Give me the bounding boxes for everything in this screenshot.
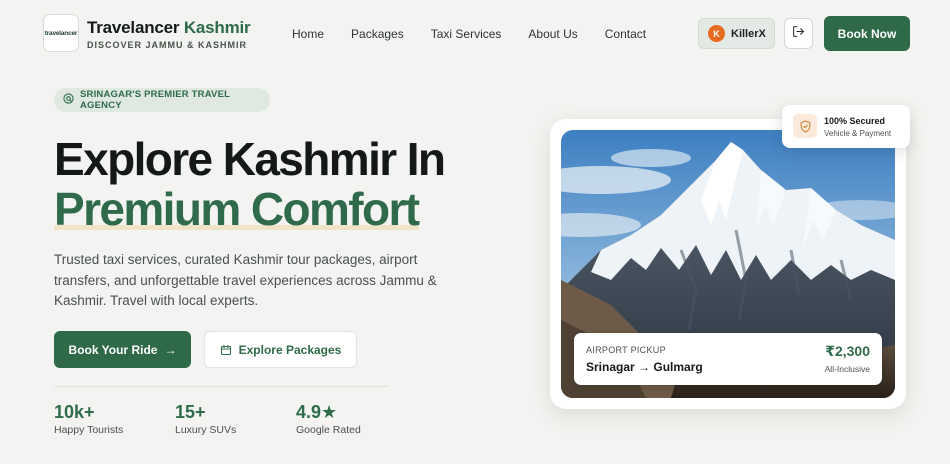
calendar-icon — [220, 344, 232, 356]
avatar: K — [708, 25, 725, 42]
headline-line-1: Explore Kashmir In — [54, 133, 446, 185]
brand-title-accent: Kashmir — [183, 18, 251, 37]
book-now-button[interactable]: Book Now — [824, 16, 910, 51]
secure-subtitle: Vehicle & Payment — [824, 129, 892, 138]
user-name: KillerX — [731, 27, 766, 40]
pickup-price: ₹2,300 — [825, 343, 870, 359]
shield-check-icon — [793, 114, 817, 138]
logout-icon — [792, 25, 805, 43]
pickup-info-card[interactable]: AIRPORT PICKUP Srinagar → Gulmarg ₹2,300… — [574, 333, 882, 385]
explore-packages-button[interactable]: Explore Packages — [204, 331, 357, 368]
logout-button[interactable] — [784, 18, 813, 49]
stat-label: Luxury SUVs — [175, 424, 237, 436]
hero-headline: Explore Kashmir In Premium Comfort — [54, 133, 446, 235]
secure-badge: 100% Secured Vehicle & Payment — [782, 105, 910, 148]
site-header: travelancer Travelancer Kashmir DISCOVER… — [0, 0, 950, 68]
arrow-right-icon: → — [164, 342, 177, 357]
stat-value: 4.9★ — [296, 402, 338, 422]
brand-subtitle: DISCOVER JAMMU & KASHMIR — [87, 40, 248, 50]
nav-about-us[interactable]: About Us — [528, 26, 577, 42]
brand[interactable]: Travelancer Kashmir DISCOVER JAMMU & KAS… — [87, 18, 251, 50]
book-your-ride-button[interactable]: Book Your Ride → — [54, 331, 191, 368]
stat-value: 10k+ — [54, 402, 95, 422]
hero-card: AIRPORT PICKUP Srinagar → Gulmarg ₹2,300… — [550, 119, 906, 409]
stat-value: 15+ — [175, 402, 206, 422]
explore-packages-label: Explore Packages — [238, 342, 342, 357]
pickup-price-note: All-Inclusive — [824, 364, 870, 374]
nav-home[interactable]: Home — [292, 26, 324, 42]
book-your-ride-label: Book Your Ride — [68, 342, 158, 357]
stat-rating: 4.9★ Google Rated — [296, 402, 361, 436]
stats-divider — [54, 386, 388, 387]
agency-badge: SRINAGAR'S PREMIER TRAVEL AGENCY — [54, 88, 270, 112]
main-nav: Home Packages Taxi Services About Us Con… — [292, 26, 673, 42]
badge-icon — [63, 91, 74, 109]
nav-contact[interactable]: Contact — [605, 26, 646, 42]
brand-title: Travelancer Kashmir — [87, 18, 251, 38]
headline-line-2: Premium Comfort — [54, 183, 420, 235]
hero-description: Trusted taxi services, curated Kashmir t… — [54, 252, 437, 308]
logo-text: travelancer — [44, 29, 78, 37]
stat-label: Google Rated — [296, 424, 361, 436]
stat-label: Happy Tourists — [54, 424, 124, 436]
nav-packages[interactable]: Packages — [351, 26, 404, 42]
secure-title: 100% Secured — [824, 116, 886, 126]
brand-title-main: Travelancer — [87, 18, 184, 37]
badge-text: SRINAGAR'S PREMIER TRAVEL AGENCY — [80, 89, 230, 111]
pickup-label: AIRPORT PICKUP — [586, 345, 666, 355]
nav-taxi-services[interactable]: Taxi Services — [431, 26, 502, 42]
stat-tourists: 10k+ Happy Tourists — [54, 402, 123, 436]
stat-suvs: 15+ Luxury SUVs — [175, 402, 236, 436]
user-menu[interactable]: K KillerX — [698, 18, 775, 49]
logo[interactable]: travelancer — [43, 14, 79, 52]
pickup-route: Srinagar → Gulmarg — [586, 360, 703, 374]
